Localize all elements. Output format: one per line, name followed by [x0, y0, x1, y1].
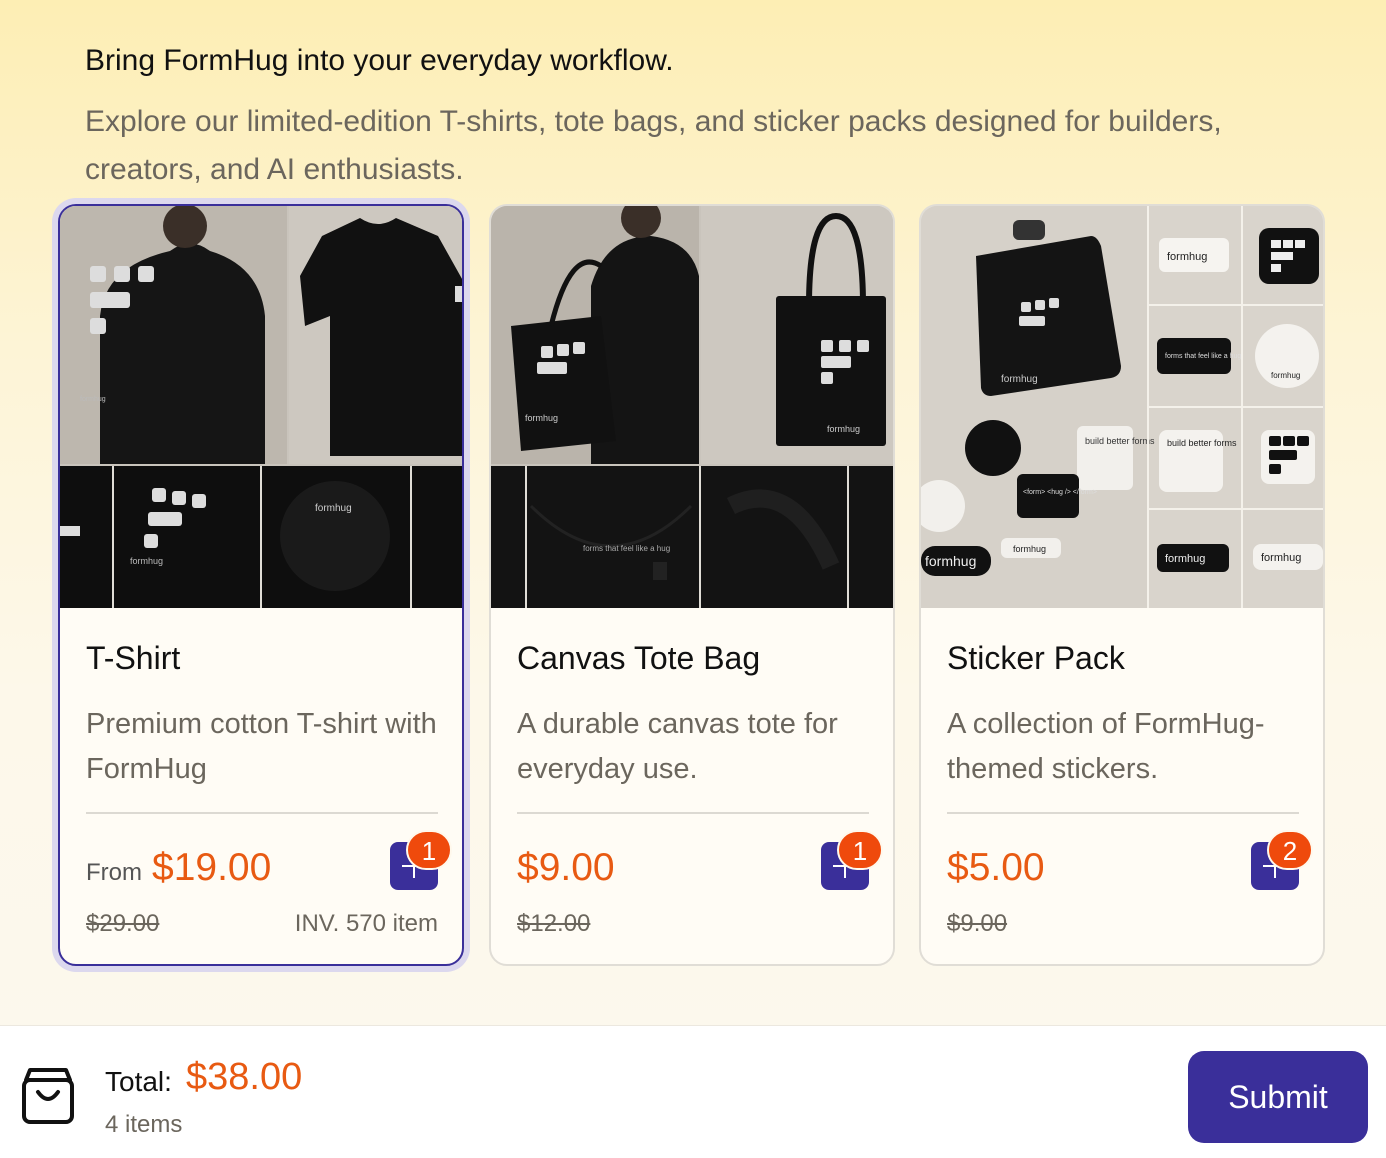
divider	[517, 812, 869, 814]
price-row: $5.00	[947, 846, 1045, 890]
product-description: A durable canvas tote for everyday use.	[517, 708, 838, 785]
svg-text:build better forms: build better forms	[1167, 438, 1237, 448]
svg-text:formhug: formhug	[1167, 251, 1207, 263]
svg-text:formhug: formhug	[827, 424, 860, 434]
svg-text:formhug: formhug	[1261, 552, 1301, 564]
svg-text:formhug: formhug	[80, 396, 106, 403]
svg-text:build better forms: build better forms	[1085, 436, 1155, 446]
svg-text:formhug: formhug	[1013, 544, 1046, 554]
tshirt-image: formhug formhug formhug	[60, 206, 462, 608]
original-price: $12.00	[517, 910, 591, 937]
svg-text:formhug: formhug	[525, 413, 558, 423]
svg-text:formhug: formhug	[925, 553, 976, 569]
divider	[86, 812, 438, 814]
sticker-image: formhug build better forms <form> <hug /…	[921, 206, 1323, 608]
svg-text:forms that feel like a hug: forms that feel like a hug	[583, 544, 670, 553]
price-row: $9.00	[517, 846, 615, 890]
tote-image: formhug formhug forms that feel like a h…	[491, 206, 893, 608]
price-prefix: From	[86, 859, 142, 886]
product-title: Canvas Tote Bag	[517, 640, 761, 676]
svg-text:formhug: formhug	[1271, 371, 1300, 380]
original-price: $29.00	[86, 910, 160, 937]
total-label: Total:	[105, 1066, 172, 1097]
quantity-badge: 2	[1267, 830, 1313, 870]
price-row: From $19.00	[86, 846, 271, 890]
svg-text:formhug: formhug	[1001, 374, 1038, 385]
product-title: Sticker Pack	[947, 640, 1125, 676]
total-value: $38.00	[186, 1056, 303, 1098]
product-description: Premium cotton T-shirt with FormHug	[86, 708, 437, 785]
intro-subtext: Explore our limited-edition T-shirts, to…	[85, 105, 1222, 186]
intro: Bring FormHug into your everyday workflo…	[85, 42, 1285, 194]
svg-text:formhug: formhug	[1165, 553, 1205, 565]
cart-footer: Total: $38.00 4 items Submit	[0, 1025, 1386, 1158]
inventory-count: INV. 570 item	[294, 910, 438, 937]
original-price: $9.00	[947, 910, 1008, 937]
quantity-badge: 1	[406, 830, 452, 870]
items-count: 4 items	[105, 1111, 183, 1138]
product-title: T-Shirt	[86, 640, 181, 676]
product-price: $5.00	[947, 846, 1045, 889]
product-price: $9.00	[517, 846, 615, 889]
svg-text:forms that feel like a hug: forms that feel like a hug	[1165, 353, 1241, 360]
svg-text:formhug: formhug	[315, 503, 352, 514]
product-card-tshirt[interactable]: formhug formhug formhug T-Shirt Premium …	[58, 204, 464, 966]
divider	[947, 812, 1299, 814]
product-description: A collection of FormHug-themed stickers.	[947, 708, 1265, 785]
product-price: $19.00	[152, 846, 272, 889]
intro-headline: Bring FormHug into your everyday workflo…	[85, 44, 674, 77]
svg-text:formhug: formhug	[130, 556, 163, 566]
submit-button[interactable]: Submit	[1188, 1051, 1368, 1143]
product-card-stickers[interactable]: formhug build better forms <form> <hug /…	[919, 204, 1325, 966]
product-list: formhug formhug formhug T-Shirt Premium …	[58, 204, 1326, 967]
shopping-bag-icon	[22, 1068, 74, 1124]
svg-text:<form> <hug /> </form>: <form> <hug /> </form>	[1023, 489, 1097, 496]
product-card-tote[interactable]: formhug formhug forms that feel like a h…	[489, 204, 895, 966]
quantity-badge: 1	[837, 830, 883, 870]
